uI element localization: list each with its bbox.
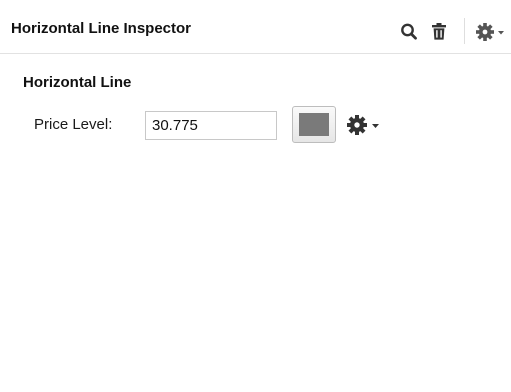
price-level-input[interactable] xyxy=(145,111,277,140)
line-color-picker[interactable] xyxy=(292,106,336,143)
inspector-title: Horizontal Line Inspector xyxy=(11,20,192,37)
color-swatch xyxy=(299,113,329,136)
trash-icon[interactable] xyxy=(431,22,447,42)
header-divider xyxy=(464,18,465,44)
price-level-label: Price Level: xyxy=(34,116,113,133)
inspector-header: Horizontal Line Inspector xyxy=(0,0,511,54)
search-icon[interactable] xyxy=(400,22,418,42)
section-title: Horizontal Line xyxy=(23,74,132,91)
horizontal-line-inspector-panel: Horizontal Line Inspector Horizontal Lin… xyxy=(0,0,511,392)
line-settings-gear-icon[interactable] xyxy=(346,114,382,136)
gear-icon[interactable] xyxy=(476,22,506,42)
